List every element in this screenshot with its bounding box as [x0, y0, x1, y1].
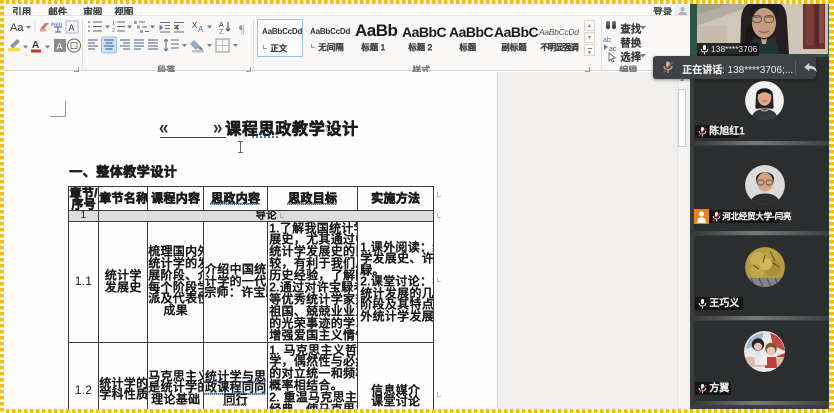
svg-text:A: A	[219, 22, 224, 29]
svg-text:A: A	[57, 42, 63, 52]
svg-text:A: A	[198, 25, 204, 34]
svg-text:1: 1	[112, 21, 115, 27]
svg-text:2: 2	[112, 28, 115, 34]
svg-text:Aa: Aa	[10, 22, 24, 34]
svg-text:ab: ab	[603, 37, 611, 44]
svg-text:ac: ac	[609, 46, 617, 53]
svg-text:Z: Z	[219, 29, 224, 36]
svg-text:A: A	[69, 23, 75, 33]
svg-text:A: A	[32, 40, 39, 51]
svg-text:¶: ¶	[239, 22, 245, 36]
